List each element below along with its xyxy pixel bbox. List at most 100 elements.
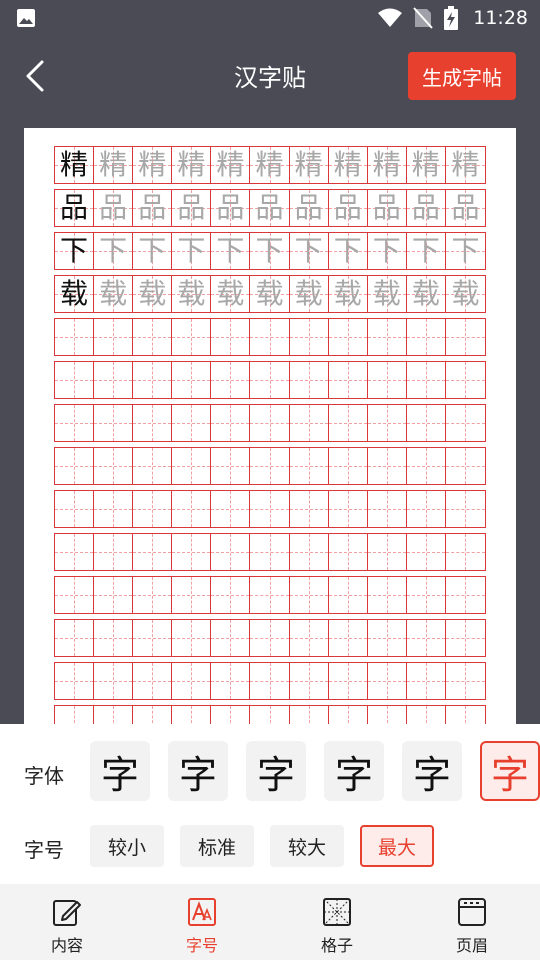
grid-cell-trace: 精: [211, 147, 251, 183]
grid-cell-trace: 载: [367, 276, 407, 312]
grid-cell-trace: [172, 448, 212, 484]
generate-copybook-button[interactable]: 生成字帖: [408, 52, 516, 100]
grid-cell-trace: [94, 319, 134, 355]
font-option-6[interactable]: 字: [480, 741, 540, 801]
grid-cell-trace: [172, 706, 212, 724]
grid-cell-trace: 载: [94, 276, 134, 312]
grid-cell-trace: [289, 362, 329, 398]
grid-cell-trace: [367, 319, 407, 355]
grid-cell-trace: [445, 448, 486, 484]
trace-character: 下: [411, 234, 440, 267]
grid-cell-trace: [406, 362, 446, 398]
nav-label-page-header: 页眉: [455, 936, 488, 955]
grid-cell-trace: 下: [133, 233, 173, 269]
trace-character: 品: [177, 191, 206, 224]
model-character: 载: [60, 277, 89, 310]
size-option-2[interactable]: 标准: [180, 825, 254, 867]
grid-cell-trace: [445, 405, 486, 441]
grid-cell-trace: [328, 405, 368, 441]
grid-cell-trace: [133, 534, 173, 570]
grid-cell-trace: [445, 319, 486, 355]
grid-cell-trace: [445, 620, 486, 656]
status-icons: 11:28: [377, 4, 528, 32]
font-option-5[interactable]: 字: [402, 741, 462, 801]
grid-cell-trace: [367, 448, 407, 484]
grid-cell-trace: [172, 491, 212, 527]
grid-cell-trace: [211, 577, 251, 613]
grid-cell-trace: 品: [250, 190, 290, 226]
grid-cell-model: [55, 319, 95, 355]
grid-cell-trace: 精: [406, 147, 446, 183]
font-option-1[interactable]: 字: [90, 741, 150, 801]
grid-cell-trace: [172, 620, 212, 656]
grid-cell-trace: 载: [445, 276, 486, 312]
grid-cell-trace: [250, 362, 290, 398]
grid-cell-model: 品: [55, 190, 95, 226]
size-label: 字号: [24, 838, 64, 862]
settings-panel: 字体 字字字字字字 字号 较小 标准 较大 最大: [0, 724, 540, 884]
size-option-3[interactable]: 较大: [270, 825, 344, 867]
trace-character: 精: [138, 148, 167, 181]
grid-cell-trace: 载: [172, 276, 212, 312]
grid-cell-model: 精: [55, 147, 95, 183]
font-option-2[interactable]: 字: [168, 741, 228, 801]
grid-cell-trace: [328, 491, 368, 527]
grid-cell-trace: [250, 706, 290, 724]
grid-cell-trace: [94, 362, 134, 398]
nav-item-grid[interactable]: 格子: [287, 884, 387, 960]
trace-character: 精: [451, 148, 480, 181]
grid-cell-trace: 下: [250, 233, 290, 269]
trace-character: 下: [255, 234, 284, 267]
nav-item-page-header[interactable]: 页眉: [422, 884, 522, 960]
grid-cell-trace: [94, 663, 134, 699]
grid-cell-trace: 下: [289, 233, 329, 269]
grid-cell-trace: 精: [367, 147, 407, 183]
grid-cell-trace: [172, 577, 212, 613]
grid-cell-trace: [211, 362, 251, 398]
grid-cell-trace: 精: [172, 147, 212, 183]
grid-cell-trace: 下: [172, 233, 212, 269]
back-button[interactable]: [18, 56, 54, 96]
trace-character: 品: [333, 191, 362, 224]
grid-cell-trace: [328, 448, 368, 484]
copybook-paper: 精精精精精精精精精精精品品品品品品品品品品品下下下下下下下下下下下载载载载载载载…: [24, 128, 516, 724]
grid-cell-trace: [133, 319, 173, 355]
grid-cell-trace: 品: [445, 190, 486, 226]
trace-character: 下: [372, 234, 401, 267]
grid-cell-trace: [211, 620, 251, 656]
grid-cell-trace: [250, 448, 290, 484]
grid-row: [54, 490, 486, 528]
trace-character: 精: [216, 148, 245, 181]
trace-character: 品: [255, 191, 284, 224]
grid-cell-trace: [445, 491, 486, 527]
grid-cell-trace: [211, 663, 251, 699]
grid-cell-model: [55, 534, 95, 570]
grid-cell-trace: [289, 448, 329, 484]
font-size-icon: [188, 898, 216, 926]
grid-cell-model: [55, 706, 95, 724]
size-option-1[interactable]: 较小: [90, 825, 164, 867]
grid-cell-trace: [406, 491, 446, 527]
nav-item-font-size[interactable]: 字号: [152, 884, 252, 960]
grid-row: 精精精精精精精精精精精: [54, 146, 486, 184]
grid-cell-trace: 载: [250, 276, 290, 312]
grid-cell-trace: [328, 319, 368, 355]
trace-character: 精: [177, 148, 206, 181]
grid-cell-trace: 载: [211, 276, 251, 312]
size-option-4[interactable]: 最大: [360, 825, 434, 867]
grid-cell-trace: 载: [406, 276, 446, 312]
grid-cell-trace: 精: [133, 147, 173, 183]
nav-item-content[interactable]: 内容: [17, 884, 117, 960]
trace-character: 载: [216, 277, 245, 310]
grid-cell-trace: 精: [289, 147, 329, 183]
grid-cell-trace: 精: [250, 147, 290, 183]
grid-cell-trace: [250, 405, 290, 441]
grid-cell-model: [55, 577, 95, 613]
grid-cell-trace: [289, 620, 329, 656]
grid-cell-trace: [94, 405, 134, 441]
font-option-3[interactable]: 字: [246, 741, 306, 801]
grid-cell-trace: 下: [445, 233, 486, 269]
grid-cell-trace: [406, 577, 446, 613]
trace-character: 载: [333, 277, 362, 310]
font-option-4[interactable]: 字: [324, 741, 384, 801]
